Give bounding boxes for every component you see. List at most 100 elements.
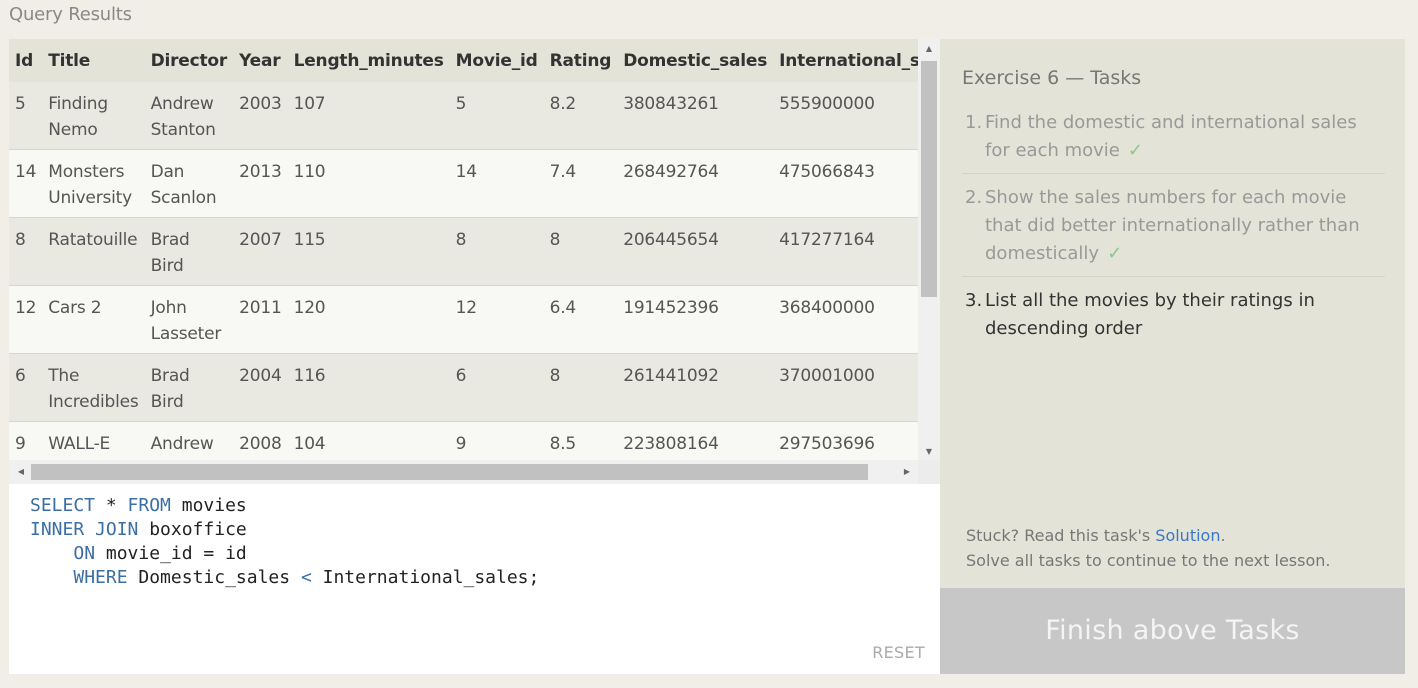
cell-title: Ratatouille [42,217,145,286]
sql-keyword: WHERE [73,567,128,588]
column-header-id: Id [9,39,43,82]
task-item: 2. Show the sales numbers for each movie… [962,184,1385,277]
task-item: 1. Find the domestic and international s… [962,109,1385,174]
sql-text: boxoffice [138,519,247,540]
cell-id: 6 [9,353,43,422]
vertical-scroll-thumb[interactable] [921,61,937,297]
task-number: 2. [965,187,983,208]
stuck-suffix: . [1220,526,1226,545]
cell-domestic-sales: 223808164 [617,421,774,460]
sql-indent [30,567,73,588]
column-header-title: Title [42,39,145,82]
cell-title: WALL-E [42,421,145,460]
table-row: 12 Cars 2 John Lasseter 2011 120 12 6.4 … [9,285,918,354]
cell-domestic-sales: 206445654 [617,217,774,286]
horizontal-scrollbar[interactable]: ◀ ▶ [9,460,918,484]
task-list: 1. Find the domestic and international s… [962,109,1385,361]
stuck-prefix: Stuck? Read this task's [966,526,1156,545]
cell-director: John Lasseter [144,285,234,354]
table-header-row: Id Title Director Year Length_minutes Mo… [9,39,918,82]
checkmark-icon: ✓ [1107,243,1123,264]
cell-year: 2007 [233,217,288,286]
column-header-movie-id: Movie_id [449,39,544,82]
cell-length-minutes: 120 [287,285,450,354]
cell-rating: 8.5 [543,421,618,460]
cell-title: The Incredibles [42,353,145,422]
cell-length-minutes: 104 [287,421,450,460]
task-item: 3. List all the movies by their ratings … [962,287,1385,351]
vertical-scrollbar[interactable]: ▲ ▼ [918,39,940,460]
sql-editor[interactable]: SELECT * FROM movies INNER JOIN boxoffic… [9,484,940,674]
task-text: Find the domestic and international sale… [985,112,1357,161]
cell-rating: 6.4 [543,285,618,354]
table-row: 9 WALL-E Andrew Stanton 2008 104 9 8.5 2… [9,421,918,460]
cell-id: 8 [9,217,43,286]
column-header-rating: Rating [543,39,618,82]
cell-movie-id: 5 [449,82,544,150]
cell-domestic-sales: 261441092 [617,353,774,422]
solution-link[interactable]: Solution [1155,526,1220,545]
cell-international-sales: 475066843 [773,149,918,218]
cell-length-minutes: 110 [287,149,450,218]
column-header-international-sales: International_sales [773,39,918,82]
scroll-up-arrow-icon[interactable]: ▲ [918,41,940,57]
table-row: 5 Finding Nemo Andrew Stanton 2003 107 5… [9,82,918,150]
task-number: 1. [965,112,983,133]
cell-length-minutes: 116 [287,353,450,422]
continue-text: Solve all tasks to continue to the next … [966,551,1331,570]
cell-length-minutes: 107 [287,82,450,150]
cell-international-sales: 368400000 [773,285,918,354]
cell-director: Andrew Stanton [144,421,234,460]
cell-year: 2008 [233,421,288,460]
cell-rating: 8 [543,217,618,286]
cell-international-sales: 297503696 [773,421,918,460]
sql-text: * [95,495,128,516]
cell-title: Finding Nemo [42,82,145,150]
cell-year: 2011 [233,285,288,354]
cell-year: 2013 [233,149,288,218]
checkmark-icon: ✓ [1127,140,1143,161]
cell-movie-id: 8 [449,217,544,286]
cell-international-sales: 555900000 [773,82,918,150]
task-number: 3. [965,290,983,311]
cell-year: 2004 [233,353,288,422]
sql-keyword: SELECT [30,495,96,516]
results-table-viewport: Id Title Director Year Length_minutes Mo… [9,39,918,460]
results-table: Id Title Director Year Length_minutes Mo… [9,39,918,460]
scroll-right-arrow-icon[interactable]: ▶ [898,460,916,484]
sql-text: Domestic_sales [127,567,301,588]
help-text: Stuck? Read this task's Solution. Solve … [966,523,1330,573]
cell-domestic-sales: 380843261 [617,82,774,150]
scroll-down-arrow-icon[interactable]: ▼ [918,444,940,460]
column-header-length-minutes: Length_minutes [287,39,450,82]
sql-keyword: ON [73,543,96,564]
cell-movie-id: 14 [449,149,544,218]
cell-id: 9 [9,421,43,460]
cell-international-sales: 370001000 [773,353,918,422]
results-panel: Id Title Director Year Length_minutes Mo… [9,39,940,674]
sql-text: movie_id = id [95,543,247,564]
sql-text: International_sales; [311,567,540,588]
cell-title: Monsters University [42,149,145,218]
cell-director: Brad Bird [144,217,234,286]
reset-button[interactable]: RESET [872,643,925,662]
column-header-year: Year [233,39,288,82]
cell-length-minutes: 115 [287,217,450,286]
finish-tasks-button[interactable]: Finish above Tasks [940,588,1405,674]
scroll-left-arrow-icon[interactable]: ◀ [12,460,30,484]
horizontal-scroll-thumb[interactable] [31,464,868,480]
cell-movie-id: 9 [449,421,544,460]
column-header-domestic-sales: Domestic_sales [617,39,774,82]
table-row: 6 The Incredibles Brad Bird 2004 116 6 8… [9,353,918,422]
cell-director: Brad Bird [144,353,234,422]
sql-code[interactable]: SELECT * FROM movies INNER JOIN boxoffic… [30,494,539,590]
task-text: Show the sales numbers for each movie th… [985,187,1360,264]
cell-movie-id: 6 [449,353,544,422]
sql-keyword: FROM [127,495,171,516]
stuck-line: Stuck? Read this task's Solution. [966,523,1330,548]
cell-id: 5 [9,82,43,150]
query-results-title: Query Results [9,4,132,25]
cell-domestic-sales: 191452396 [617,285,774,354]
cell-domestic-sales: 268492764 [617,149,774,218]
column-header-director: Director [144,39,234,82]
